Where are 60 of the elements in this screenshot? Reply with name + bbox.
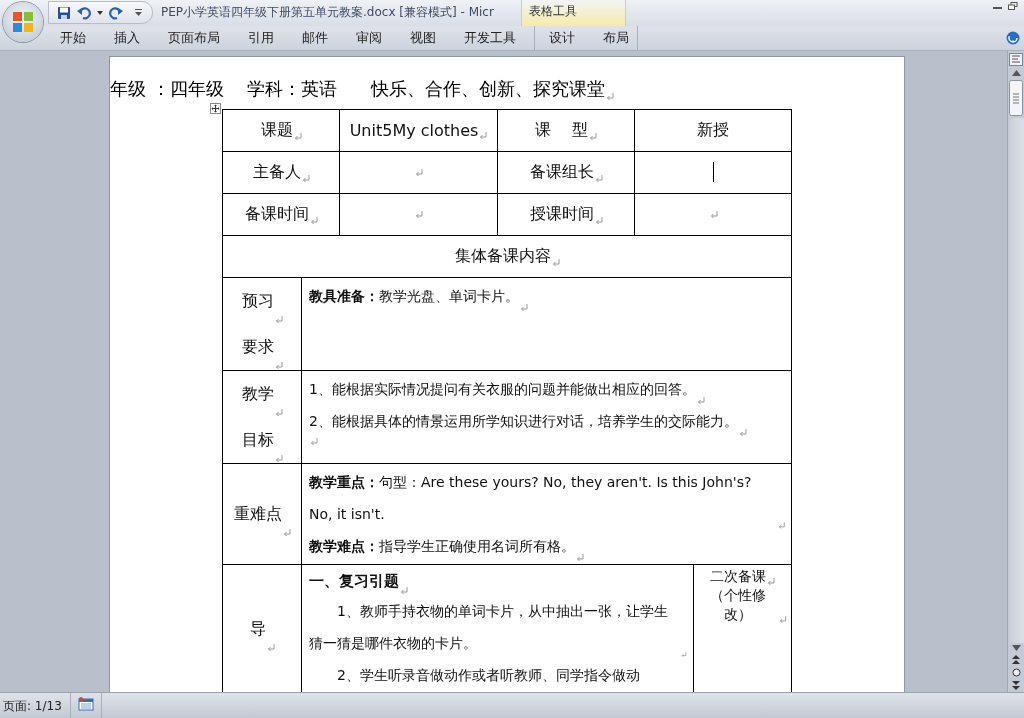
ribbon-tab[interactable]: 引用 [234,27,288,49]
move-handle-icon[interactable] [210,103,221,114]
ribbon-tab[interactable]: 视图 [396,27,450,49]
window-title: PEP小学英语四年级下册第五单元教案.docx [兼容模式] - Micr [161,4,494,22]
table-label: 课 型 [535,120,588,141]
content-paragraph: 一、复习引题 [309,571,399,592]
content-paragraph: 2、能根据具体的情景运用所学知识进行对话，培养学生的交际能力。 [309,412,738,431]
page-indicator[interactable]: 页面: 1/13 [0,693,71,718]
help-icon[interactable] [1006,31,1020,45]
ribbon-tab[interactable]: 页面布局 [154,27,234,49]
table-label: 主备人 [252,162,301,183]
undo-icon [77,6,91,20]
ribbon-tab[interactable]: 插入 [100,27,154,49]
scroll-up-icon[interactable] [1011,70,1021,76]
side-note: （个性修改） [709,586,768,624]
row-label: 预习 [241,290,274,312]
content-paragraph: 教学重点：句型：Are these yours? No, they aren't. Is this John's? No, it isn't. [309,473,753,524]
customize-caret-icon [135,9,142,17]
content-paragraph: 2、学生听录音做动作或者听教师、同学指令做动 [336,666,640,685]
browse-object-icon[interactable] [1011,668,1021,677]
save-icon [57,6,71,20]
ribbon-tab[interactable]: 开发工具 [450,27,530,49]
table-cell: 新授 [697,120,729,141]
table-label: 课题 [260,120,293,141]
context-tab-title: 表格工具 [521,0,626,27]
content-paragraph: 教具准备：教学光盘、单词卡片。 [309,287,519,306]
next-page-icon[interactable] [1012,681,1020,690]
table-label: 授课时间 [529,204,594,225]
table-label: 备课时间 [244,204,309,225]
content-paragraph: 教学难点：指导学生正确使用名词所有格。 [309,537,575,556]
scroll-down-icon[interactable] [1011,645,1021,651]
undo-button[interactable] [75,4,93,22]
ribbon-tab[interactable]: 设计 [535,27,589,49]
scroll-thumb[interactable] [1009,80,1023,116]
row-label: 导 [249,618,266,640]
redo-button[interactable] [107,4,125,22]
ribbon-tab[interactable]: 审阅 [342,27,396,49]
row-label: 重难点 [233,503,282,525]
ribbon-tab[interactable]: 邮件 [288,27,342,49]
document-heading: 年级 ：四年级 学科：英语 快乐、合作、创新、探究课堂 [110,77,605,101]
table-cell: Unit5My clothes [349,121,479,140]
content-paragraph: 1、能根据实际情况提问有关衣服的问题并能做出相应的回答。 [309,380,696,399]
ruler-icon[interactable] [1009,53,1023,66]
content-paragraph: 1、教师手持衣物的单词卡片，从中抽出一张，让学生猜一猜是哪件衣物的卡片。 [309,602,669,653]
row-label: 目标 [241,429,274,451]
caret-icon [97,11,103,15]
ribbon-tab[interactable]: 布局 [589,27,643,49]
save-button[interactable] [55,4,73,22]
restore-icon[interactable] [1008,2,1018,10]
office-logo-icon [11,10,35,34]
redo-icon [109,6,123,20]
row-label: 教学 [241,383,274,405]
table-label: 集体备课内容 [454,246,551,267]
row-label: 要求 [241,336,274,358]
table-label: 备课组长 [529,162,594,183]
previous-page-icon[interactable] [1012,655,1020,664]
layout-icon[interactable] [77,697,94,711]
side-note: 二次备课 [710,567,766,586]
office-button[interactable] [3,2,43,42]
ribbon-tab[interactable]: 开始 [46,27,100,49]
